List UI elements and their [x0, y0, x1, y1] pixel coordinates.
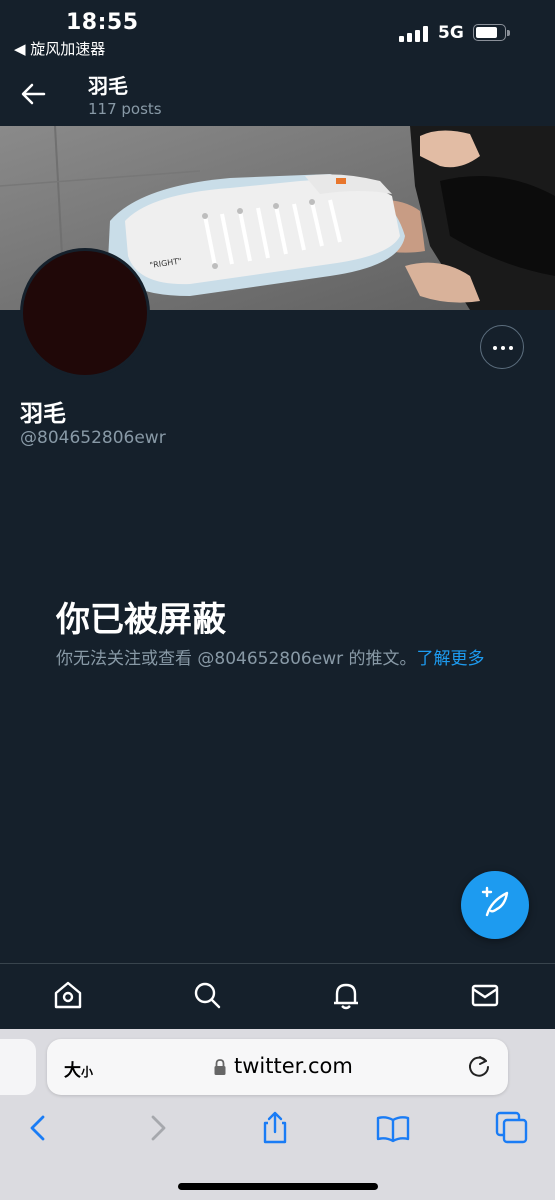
- messages-icon[interactable]: [468, 978, 502, 1012]
- blocked-title: 你已被屏蔽: [56, 600, 226, 640]
- profile-handle: @804652806ewr: [20, 428, 166, 448]
- home-icon[interactable]: [51, 978, 85, 1012]
- network-type: 5G: [438, 23, 464, 43]
- profile-display-name: 羽毛: [20, 401, 66, 427]
- previous-tab-card[interactable]: [0, 1039, 36, 1095]
- back-arrow-icon[interactable]: [18, 80, 48, 108]
- back-to-app-link[interactable]: ◀ 旋风加速器: [14, 38, 105, 59]
- bookmarks-icon[interactable]: [375, 1110, 411, 1146]
- share-icon[interactable]: [257, 1110, 293, 1146]
- compose-tweet-icon: [481, 886, 509, 917]
- safari-forward-icon[interactable]: [140, 1110, 176, 1146]
- battery-icon: [473, 24, 510, 41]
- header-title: 羽毛: [88, 74, 128, 98]
- text-size-small: 小: [81, 1065, 94, 1079]
- bottom-tab-bar: [0, 963, 555, 1030]
- safari-back-icon[interactable]: [20, 1110, 56, 1146]
- compose-tweet-button[interactable]: [461, 871, 529, 939]
- blocked-message: 你无法关注或查看 @804652806ewr 的推文。了解更多: [56, 646, 501, 672]
- search-icon[interactable]: [190, 978, 224, 1012]
- url-text[interactable]: twitter.com: [234, 1054, 353, 1078]
- avatar[interactable]: [20, 248, 150, 378]
- tabs-icon[interactable]: [494, 1110, 530, 1146]
- text-size-button[interactable]: 大小: [64, 1056, 93, 1081]
- cellular-signal-icon: [399, 26, 429, 42]
- home-indicator[interactable]: [178, 1183, 378, 1190]
- notifications-icon[interactable]: [329, 978, 363, 1012]
- text-size-large: 大: [64, 1061, 81, 1081]
- blocked-message-text: 你无法关注或查看 @804652806ewr 的推文。: [56, 649, 417, 669]
- lock-icon: [214, 1059, 226, 1075]
- learn-more-link[interactable]: 了解更多: [417, 649, 485, 669]
- status-time: 18:55: [66, 10, 139, 35]
- post-count: 117 posts: [88, 100, 162, 118]
- reload-icon[interactable]: [466, 1053, 492, 1079]
- more-icon[interactable]: [480, 325, 524, 369]
